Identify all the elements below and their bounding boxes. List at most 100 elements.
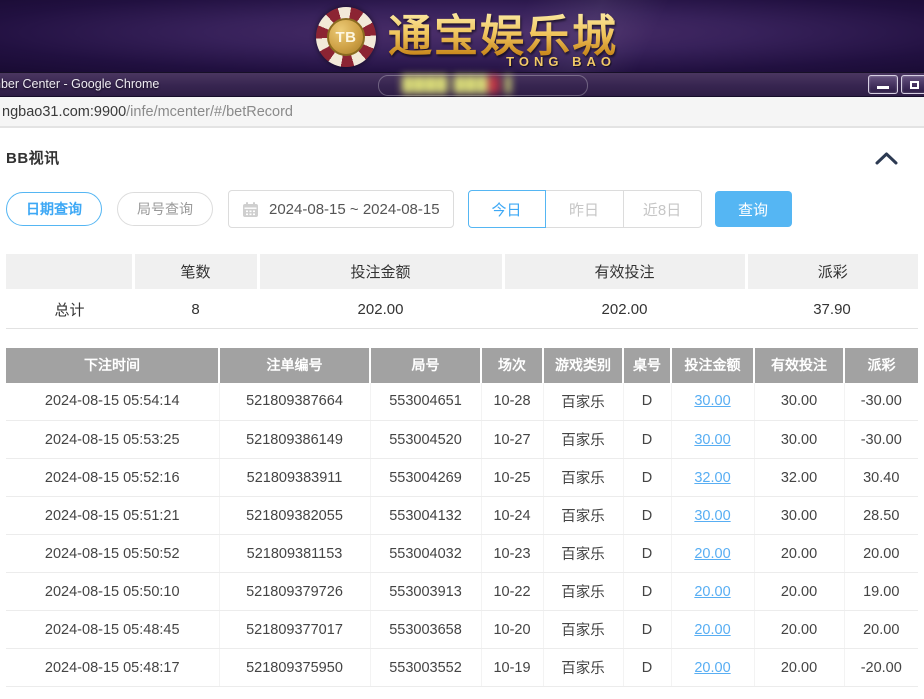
brand-banner: TB 通宝娱乐城 TONG BAO (0, 0, 924, 72)
chip-monogram: TB (327, 18, 365, 56)
bet-record-table: 下注时间 注单编号 局号 场次 游戏类别 桌号 投注金额 有效投注 派彩 202… (6, 348, 918, 688)
today-button[interactable]: 今日 (468, 190, 546, 228)
bet-id-cell: 521809382055 (219, 497, 370, 535)
date-query-tab[interactable]: 日期查询 (6, 192, 102, 226)
summary-header-row: 笔数 投注金额 有效投注 派彩 (6, 254, 918, 290)
window-titlebar: nber Center - Google Chrome ████ ████▐ (0, 72, 924, 97)
session-cell: 10-25 (481, 459, 543, 497)
col-header-bet-amount: 投注金额 (671, 348, 754, 383)
session-cell: 10-19 (481, 649, 543, 687)
redacted-segment: ███ (449, 76, 489, 93)
bet-amount-link[interactable]: 30.00 (694, 508, 730, 524)
table-no-cell: D (623, 535, 671, 573)
bet-time-cell: 2024-08-15 05:54:14 (6, 383, 219, 421)
table-no-cell: D (623, 459, 671, 497)
valid-bet-cell: 30.00 (754, 421, 844, 459)
summary-bet-amount: 202.00 (258, 290, 503, 328)
payout-cell: 28.50 (844, 497, 918, 535)
round-no-cell: 553004132 (370, 497, 481, 535)
search-button[interactable]: 查询 (715, 191, 792, 227)
bet-id-cell: 521809383911 (219, 459, 370, 497)
bet-time-cell: 2024-08-15 05:50:10 (6, 573, 219, 611)
table-row: 2024-08-15 05:50:10521809379726553003913… (6, 573, 918, 611)
summary-header-count: 笔数 (133, 254, 258, 290)
redacted-segment: ▐ (500, 76, 512, 93)
session-cell: 10-24 (481, 497, 543, 535)
address-bar[interactable]: ngbao31.com:9900/infe/mcenter/#/betRecor… (0, 97, 924, 128)
table-no-cell: D (623, 573, 671, 611)
summary-total-row: 总计 8 202.00 202.00 37.90 (6, 290, 918, 328)
bet-record-page: BB视讯 日期查询 局号查询 2024-08-15 ~ 2024-08-15 (0, 130, 924, 699)
bet-time-cell: 2024-08-15 05:50:52 (6, 535, 219, 573)
bet-id-cell: 521809387664 (219, 383, 370, 421)
col-header-session: 场次 (481, 348, 543, 383)
game-type-cell: 百家乐 (543, 497, 623, 535)
payout-cell: 19.00 (844, 573, 918, 611)
section-title: BB视讯 (6, 147, 60, 168)
bet-amount-cell: 20.00 (671, 611, 754, 649)
summary-header-valid-bet: 有效投注 (503, 254, 746, 290)
table-row: 2024-08-15 05:48:45521809377017553003658… (6, 611, 918, 649)
game-type-cell: 百家乐 (543, 573, 623, 611)
round-query-tab[interactable]: 局号查询 (117, 192, 213, 226)
bet-id-cell: 521809381153 (219, 535, 370, 573)
summary-total-label: 总计 (6, 290, 133, 328)
game-type-cell: 百家乐 (543, 611, 623, 649)
payout-cell: 20.00 (844, 611, 918, 649)
table-no-cell: D (623, 611, 671, 649)
bet-time-cell: 2024-08-15 05:51:21 (6, 497, 219, 535)
maximize-button[interactable] (901, 75, 924, 94)
bet-amount-link[interactable]: 20.00 (694, 660, 730, 676)
payout-cell: -20.00 (844, 649, 918, 687)
bet-amount-cell: 30.00 (671, 421, 754, 459)
last-8-days-button[interactable]: 近8日 (624, 190, 702, 228)
yesterday-button[interactable]: 昨日 (546, 190, 624, 228)
payout-cell: 20.00 (844, 535, 918, 573)
bet-amount-link[interactable]: 20.00 (694, 622, 730, 638)
collapse-chevron-icon[interactable] (875, 151, 898, 165)
minimize-button[interactable] (868, 75, 898, 94)
redacted-segment: █ (489, 76, 501, 93)
col-header-payout: 派彩 (844, 348, 918, 383)
valid-bet-cell: 20.00 (754, 649, 844, 687)
summary-count: 8 (133, 290, 258, 328)
bet-id-cell: 521809386149 (219, 421, 370, 459)
payout-cell: -30.00 (844, 421, 918, 459)
game-type-cell: 百家乐 (543, 649, 623, 687)
bet-table-body: 2024-08-15 05:54:14521809387664553004651… (6, 383, 918, 687)
game-type-cell: 百家乐 (543, 535, 623, 573)
bet-amount-link[interactable]: 30.00 (694, 393, 730, 409)
col-header-valid-bet: 有效投注 (754, 348, 844, 383)
bet-amount-link[interactable]: 20.00 (694, 546, 730, 562)
section-header: BB视讯 (6, 130, 918, 168)
table-no-cell: D (623, 383, 671, 421)
redacted-balance-text: ████ ████▐ (402, 76, 512, 93)
session-cell: 10-28 (481, 383, 543, 421)
round-no-cell: 553003913 (370, 573, 481, 611)
session-cell: 10-22 (481, 573, 543, 611)
table-no-cell: D (623, 649, 671, 687)
bet-time-cell: 2024-08-15 05:48:45 (6, 611, 219, 649)
round-no-cell: 553004269 (370, 459, 481, 497)
summary-header-blank (6, 254, 133, 290)
bet-amount-cell: 20.00 (671, 573, 754, 611)
table-row: 2024-08-15 05:54:14521809387664553004651… (6, 383, 918, 421)
session-cell: 10-27 (481, 421, 543, 459)
quick-range-group: 今日 昨日 近8日 (468, 190, 702, 228)
url-text: ngbao31.com:9900/infe/mcenter/#/betRecor… (0, 104, 293, 120)
bet-time-cell: 2024-08-15 05:53:25 (6, 421, 219, 459)
bet-amount-link[interactable]: 20.00 (694, 584, 730, 600)
bet-amount-cell: 20.00 (671, 649, 754, 687)
table-row: 2024-08-15 05:48:17521809375950553003552… (6, 649, 918, 687)
round-no-cell: 553003658 (370, 611, 481, 649)
bet-time-cell: 2024-08-15 05:48:17 (6, 649, 219, 687)
bet-amount-link[interactable]: 30.00 (694, 432, 730, 448)
payout-cell: 30.40 (844, 459, 918, 497)
bet-amount-cell: 30.00 (671, 383, 754, 421)
filter-toolbar: 日期查询 局号查询 2024-08-15 ~ 2024-08-15 今日 昨日 … (6, 190, 918, 228)
date-range-input[interactable]: 2024-08-15 ~ 2024-08-15 (228, 190, 454, 228)
calendar-icon (242, 201, 259, 218)
brand-title: 通宝娱乐城 TONG BAO (388, 8, 618, 66)
brand-title-en: TONG BAO (506, 54, 616, 69)
bet-amount-link[interactable]: 32.00 (694, 470, 730, 486)
